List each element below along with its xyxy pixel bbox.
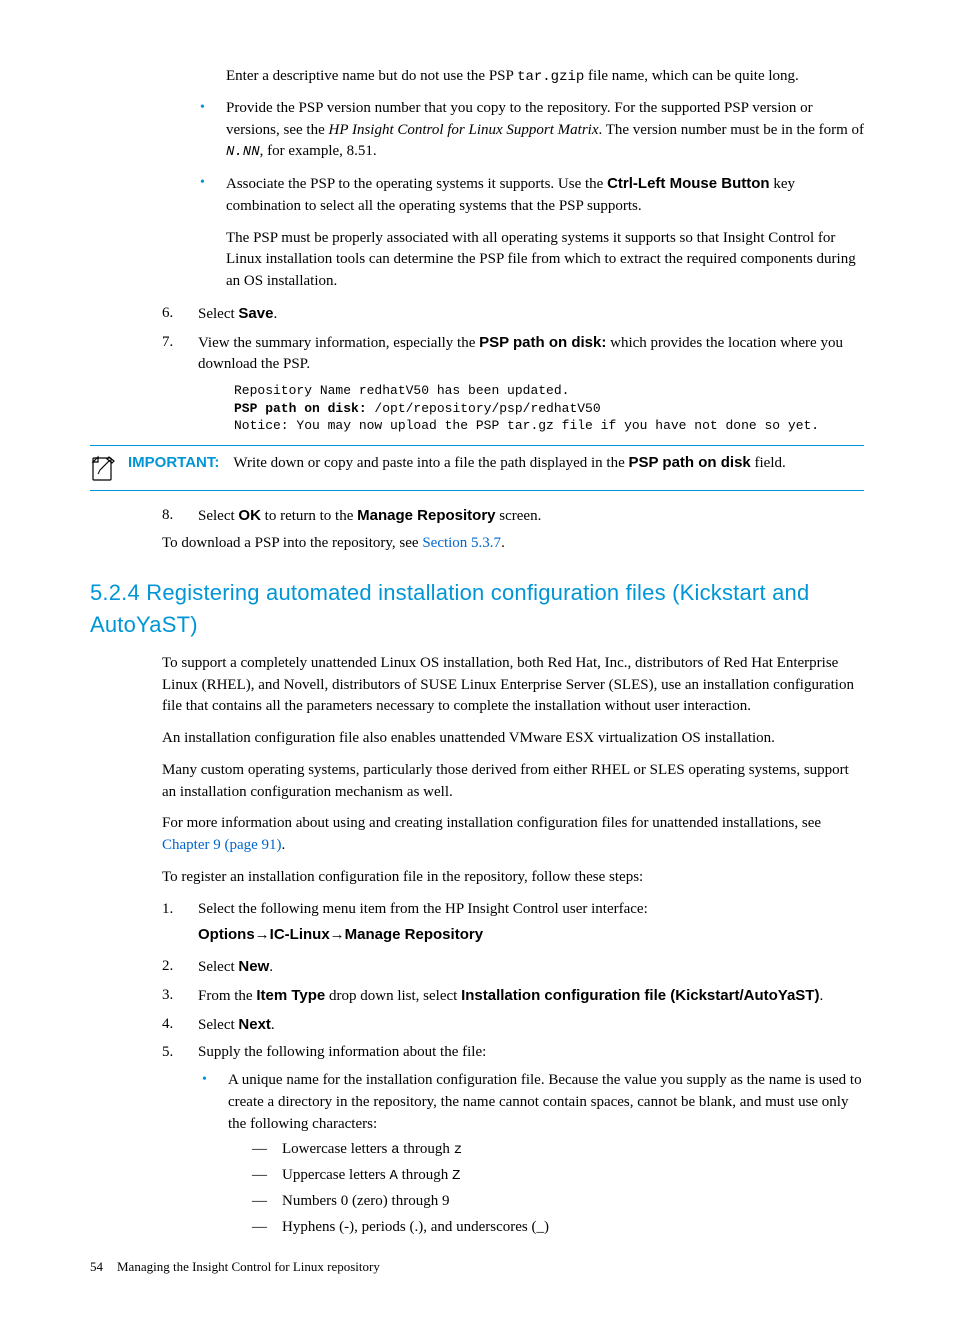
code-block: Repository Name redhatV50 has been updat… — [234, 382, 864, 435]
paragraph: For more information about using and cre… — [162, 813, 864, 857]
paragraph: Many custom operating systems, particula… — [162, 760, 864, 804]
text: to return to the — [261, 508, 357, 524]
text: Select — [198, 959, 238, 975]
text: For more information about using and cre… — [162, 815, 821, 831]
step-item: 1. Select the following menu item from t… — [162, 899, 864, 947]
text: Select the following menu item from the … — [198, 901, 648, 917]
link-text[interactable]: Chapter 9 (page 91) — [162, 837, 282, 853]
text: . — [282, 837, 286, 853]
text: . — [819, 988, 823, 1004]
text: Write down or copy and paste into a file… — [233, 455, 628, 471]
text: field. — [751, 455, 786, 471]
step-number: 2. — [162, 956, 173, 978]
important-label: IMPORTANT: — [128, 454, 219, 471]
text: drop down list, select — [325, 988, 461, 1004]
step-item: 8. Select OK to return to the Manage Rep… — [162, 505, 864, 528]
bullet-item: A unique name for the installation confi… — [198, 1070, 864, 1238]
text: To download a PSP into the repository, s… — [162, 535, 422, 551]
step-number: 6. — [162, 303, 173, 325]
bold-text: PSP path on disk: — [479, 334, 606, 351]
step-number: 4. — [162, 1014, 173, 1036]
paragraph: The PSP must be properly associated with… — [226, 228, 864, 293]
bold-text: Ctrl-Left Mouse Button — [607, 175, 769, 192]
step-item: 2. Select New. — [162, 956, 864, 979]
code-text: N.NN — [226, 144, 260, 160]
text: . — [271, 1017, 275, 1033]
menu-path: Options→IC-Linux→Manage Repository — [198, 924, 864, 946]
paragraph: To register an installation configuratio… — [162, 867, 864, 889]
dash-item: Hyphens (-), periods (.), and underscore… — [252, 1217, 864, 1239]
menu-item: Manage Repository — [345, 926, 483, 943]
text: . — [269, 959, 273, 975]
text: Select — [198, 508, 238, 524]
bullet-item: Provide the PSP version number that you … — [196, 98, 864, 163]
code-line: Notice: You may now upload the PSP tar.g… — [234, 417, 864, 435]
bullet-item: Associate the PSP to the operating syste… — [196, 173, 864, 293]
important-callout: IMPORTANT: Write down or copy and paste i… — [90, 445, 864, 491]
text: through — [398, 1167, 452, 1183]
menu-item: Options — [198, 926, 255, 943]
text: Uppercase letters — [282, 1167, 389, 1183]
text: A unique name for the installation confi… — [228, 1072, 862, 1132]
step-number: 8. — [162, 505, 173, 527]
bold-text: Item Type — [256, 987, 325, 1004]
text: Associate the PSP to the operating syste… — [226, 176, 607, 192]
dash-item: Lowercase letters a through z — [252, 1139, 864, 1161]
link-text[interactable]: Section 5.3.7 — [422, 535, 501, 551]
code-line: Repository Name redhatV50 has been updat… — [234, 382, 864, 400]
code-text: z — [454, 1142, 462, 1158]
text: Supply the following information about t… — [198, 1044, 486, 1060]
note-icon — [90, 454, 118, 482]
paragraph: To support a completely unattended Linux… — [162, 653, 864, 718]
intro-paragraph: Enter a descriptive name but do not use … — [226, 66, 864, 88]
step-item: 6. Select Save. — [162, 303, 864, 326]
code-text: A — [389, 1168, 397, 1184]
step-item: 4. Select Next. — [162, 1014, 864, 1037]
text: Select — [198, 306, 238, 322]
text: , for example, 8.51. — [260, 143, 377, 159]
text: Enter a descriptive name but do not use … — [226, 68, 517, 84]
code-text: Z — [452, 1168, 460, 1184]
page-footer: 54 Managing the Insight Control for Linux… — [90, 1258, 864, 1277]
code-text: tar.gzip — [517, 69, 584, 85]
bold-text: Installation configuration file (Kicksta… — [461, 987, 819, 1004]
text: file name, which can be quite long. — [584, 68, 799, 84]
paragraph: An installation configuration file also … — [162, 728, 864, 750]
code-line: /opt/repository/psp/redhatV50 — [367, 401, 601, 416]
text: View the summary information, especially… — [198, 335, 479, 351]
step-item: 3. From the Item Type drop down list, se… — [162, 985, 864, 1008]
step-number: 1. — [162, 899, 173, 921]
text: Select — [198, 1017, 238, 1033]
text: screen. — [496, 508, 542, 524]
text: . The version number must be in the form… — [599, 122, 865, 138]
step-item: 5. Supply the following information abou… — [162, 1042, 864, 1238]
dash-item: Numbers 0 (zero) through 9 — [252, 1191, 864, 1213]
text: From the — [198, 988, 256, 1004]
page-number: 54 — [90, 1259, 103, 1274]
bold-text: Manage Repository — [357, 507, 495, 524]
step-item: 7. View the summary information, especia… — [162, 332, 864, 435]
bold-text: PSP path on disk — [629, 454, 751, 471]
text: . — [501, 535, 505, 551]
text: through — [400, 1141, 454, 1157]
step-number: 5. — [162, 1042, 173, 1064]
code-text: a — [391, 1142, 399, 1158]
step-number: 3. — [162, 985, 173, 1007]
text: . — [273, 306, 277, 322]
bold-text: Save — [238, 305, 273, 322]
menu-item: IC-Linux — [270, 926, 330, 943]
section-heading: 5.2.4 Registering automated installation… — [90, 577, 864, 641]
bold-text: Next — [238, 1016, 271, 1033]
footer-title: Managing the Insight Control for Linux r… — [117, 1259, 380, 1274]
text: Lowercase letters — [282, 1141, 391, 1157]
bold-text: OK — [238, 507, 261, 524]
code-bold: PSP path on disk: — [234, 401, 367, 416]
bold-text: New — [238, 958, 269, 975]
dash-item: Uppercase letters A through Z — [252, 1165, 864, 1187]
italic-text: HP Insight Control for Linux Support Mat… — [328, 122, 598, 138]
step-number: 7. — [162, 332, 173, 354]
